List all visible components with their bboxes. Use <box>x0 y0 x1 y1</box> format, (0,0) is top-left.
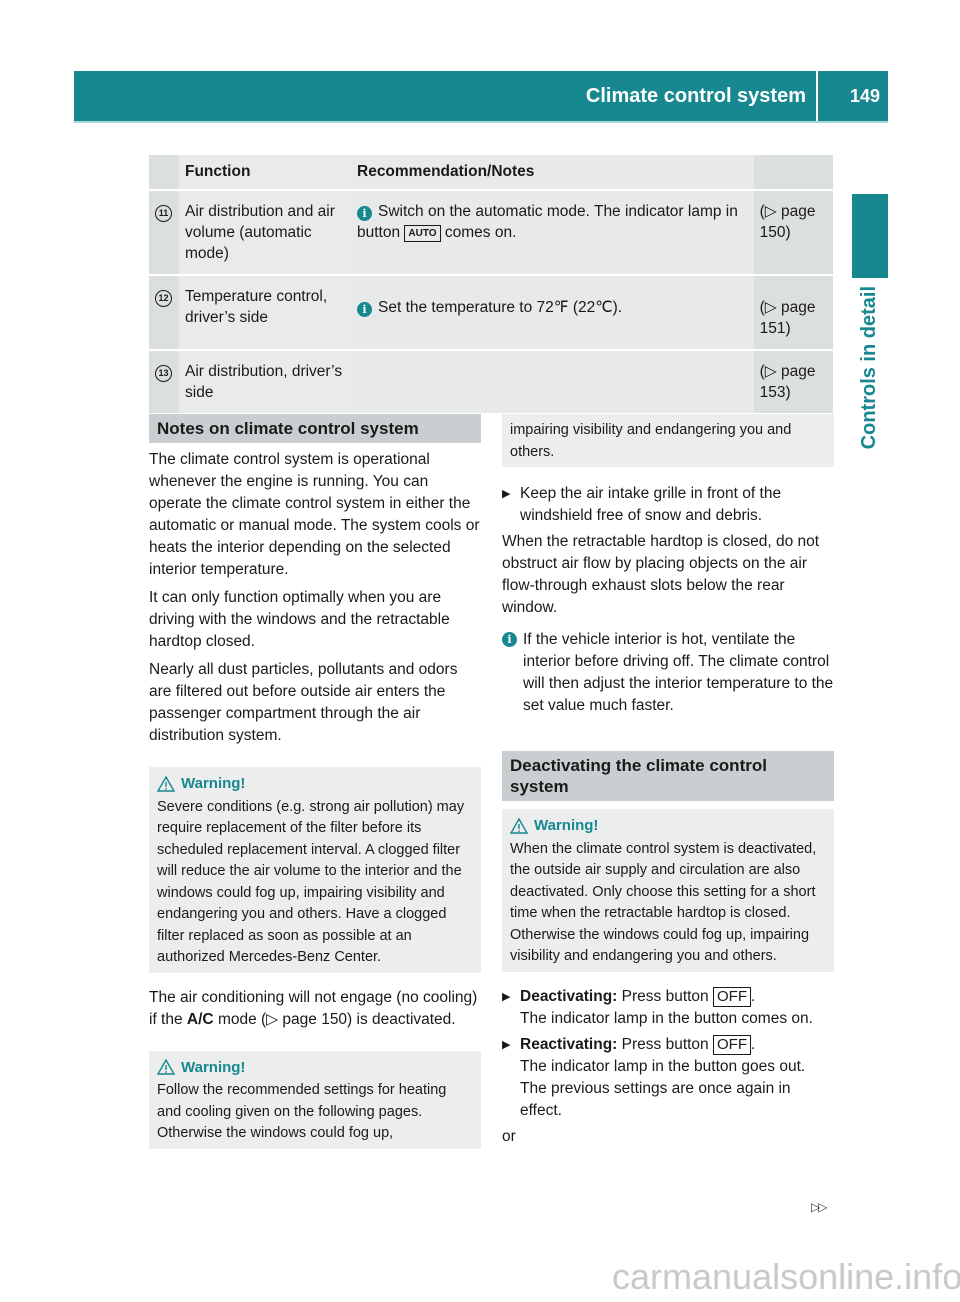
page-header: Climate control system 149 <box>74 71 888 123</box>
section-heading-notes: Notes on climate control system <box>149 414 481 443</box>
warning-text: Severe conditions (e.g. strong air pollu… <box>157 798 465 966</box>
instruction-step: ▶ Deactivating: Press button OFF. The in… <box>502 986 834 1030</box>
instruction-step: ▶ Keep the air intake grille in front of… <box>502 483 834 527</box>
item-number: 13 <box>155 365 172 382</box>
bullet-arrow-icon: ▶ <box>502 488 511 500</box>
header-num <box>149 155 179 191</box>
info-icon: i <box>357 302 372 317</box>
warning-triangle-icon <box>157 775 175 792</box>
header-ref <box>753 155 833 191</box>
info-icon: i <box>357 206 372 221</box>
paragraph: or <box>502 1127 516 1145</box>
warning-triangle-icon <box>510 817 528 834</box>
notes-cell: i Set the temperature to 72℉ (22℃). <box>351 275 754 351</box>
page-reference-link[interactable]: (▷ page 153) <box>753 350 833 415</box>
continued-next-page-icon: ▷▷ <box>811 1200 828 1214</box>
auto-button-key: AUTO <box>404 225 441 242</box>
watermark: carmanualsonline.info <box>612 1256 960 1297</box>
off-button-key: OFF <box>713 986 751 1007</box>
notes-cell <box>351 350 754 415</box>
table-row: 12 Temperature control, driver’s side iS… <box>149 275 833 351</box>
paragraph: When the retractable hardtop is closed, … <box>502 533 820 616</box>
instruction-step: ▶ Reactivating: Press button OFF. The in… <box>502 1034 834 1122</box>
section-heading-deactivating: Deactivating the climate control system <box>502 751 834 801</box>
paragraph: The air conditioning will not engage (no… <box>149 988 478 1028</box>
side-tab-label: Controls in detail <box>858 286 880 450</box>
ac-mode-label: A/C <box>186 1010 214 1028</box>
table-row: 13 Air distribution, driver’s side (▷ pa… <box>149 350 833 415</box>
header-notes: Recommendation/Notes <box>351 155 754 191</box>
warning-triangle-icon <box>157 1059 175 1075</box>
warning-box: Warning! Severe conditions (e.g. strong … <box>149 767 481 973</box>
warning-text: When the climate control system is deact… <box>510 840 817 965</box>
function-cell: Air distribution, driver’s side <box>179 350 351 415</box>
function-table: Function Recommendation/Notes 11 Air dis… <box>149 155 833 415</box>
function-cell: Temperature control, driver’s side <box>179 275 351 351</box>
right-column: impairing visibility and endangering you… <box>502 414 834 1154</box>
warning-title: Warning! <box>181 1058 246 1076</box>
function-cell: Air distribution and air volume (automat… <box>179 190 351 276</box>
warning-box: Warning! Follow the recommended settings… <box>149 1050 481 1149</box>
side-tab-marker <box>852 194 888 278</box>
bullet-arrow-icon: ▶ <box>502 990 511 1003</box>
item-number: 11 <box>155 205 172 222</box>
warning-title: Warning! <box>181 775 246 792</box>
warning-continued: impairing visibility and endangering you… <box>502 414 834 467</box>
table-row: 11 Air distribution and air volume (auto… <box>149 190 833 276</box>
info-icon: i <box>502 632 517 647</box>
page-reference-link[interactable]: (▷ page 151) <box>753 275 833 351</box>
notes-cell: i Switch on the automatic mode. The indic… <box>351 190 754 276</box>
side-tab: Controls in detail <box>852 286 888 486</box>
page-reference-link[interactable]: (▷ page 150) <box>753 190 833 276</box>
page-number: 149 <box>849 86 880 106</box>
paragraph: It can only function optimally when you … <box>149 589 450 650</box>
bullet-arrow-icon: ▶ <box>502 1038 511 1051</box>
off-button-key: OFF <box>713 1034 751 1055</box>
paragraph: Nearly all dust particles, pollutants an… <box>149 661 458 744</box>
warning-box: Warning! When the climate control system… <box>502 809 834 972</box>
left-column: Notes on climate control system The clim… <box>149 414 481 1163</box>
item-number: 12 <box>155 290 172 307</box>
header-function: Function <box>179 155 351 191</box>
table-header-row: Function Recommendation/Notes <box>149 155 833 191</box>
info-note: i If the vehicle interior is hot, ventil… <box>502 629 834 717</box>
warning-text: Follow the recommended settings for heat… <box>157 1082 447 1141</box>
chapter-title: Climate control system <box>586 71 818 121</box>
paragraph: The climate control system is operationa… <box>149 451 480 578</box>
warning-title: Warning! <box>534 817 599 834</box>
